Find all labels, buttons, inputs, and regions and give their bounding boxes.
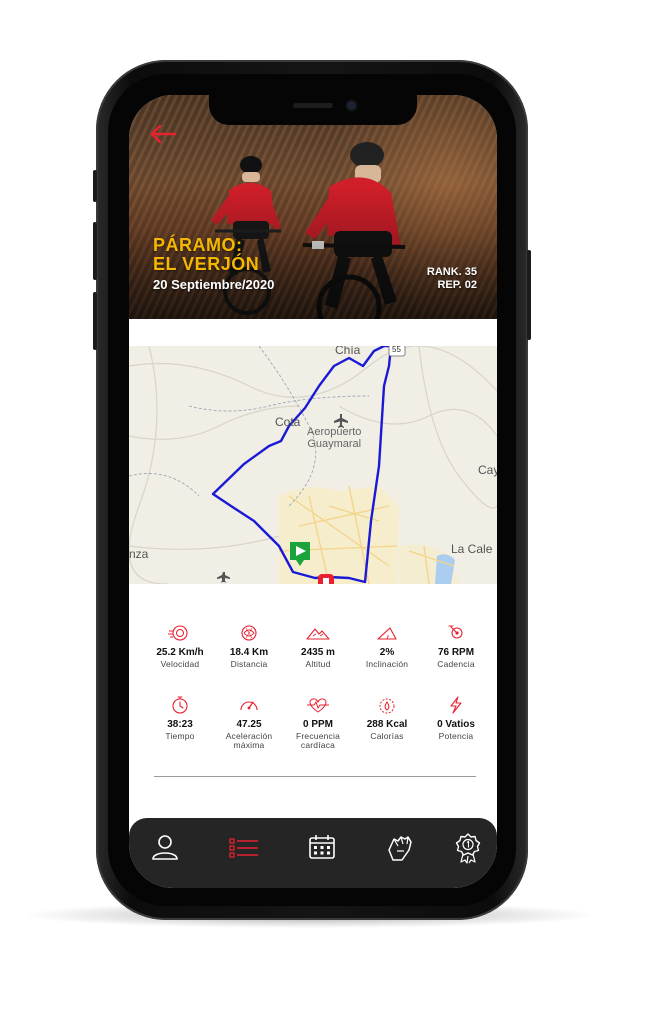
stat-frecuencia: 0 PPM Frecuencia cardíaca [281,695,355,750]
stat-aceleracion: 47.25 Aceleración máxima [212,695,286,750]
stat-distancia: 18.4 Km Distancia [212,623,286,669]
stat-label: Altitud [305,659,331,669]
incline-icon [377,627,397,640]
section-divider [154,776,476,777]
cadence-icon [448,625,463,639]
event-title: PÁRAMO: EL VERJÓN [153,235,260,274]
stat-value: 18.4 Km [229,647,269,658]
stat-value: 38:23 [167,719,193,730]
calendar-icon [309,835,335,859]
stat-cadencia: 76 RPM Cadencia [419,623,493,669]
rep-label: REP. 02 [437,279,477,291]
power-button [527,250,531,340]
stat-potencia: 0 Vatios Potencia [419,695,493,741]
map-label-airport: Aeropuerto Guaymaral [307,426,362,450]
volume-down-button [93,292,97,350]
map-label-chia: Chía [335,346,361,357]
rank-label: RANK. 35 [426,266,477,278]
map-label-nza: nza [129,547,149,561]
rank-info: RANK. 35 REP. 02 [427,266,477,292]
nav-activities[interactable] [228,832,260,864]
list-icon [229,838,258,858]
gauge-icon [240,701,258,711]
stat-value: 47.25 [236,719,262,730]
stat-label: Inclinación [365,659,409,669]
map-label-route-55: 55 [392,346,401,354]
distance-icon [241,625,257,641]
nav-training[interactable] [384,832,416,864]
end-marker-icon [318,574,334,584]
bottom-navigation [129,818,497,888]
stat-label: Distancia [230,659,268,669]
stat-value: 76 RPM [437,647,475,658]
speedometer-icon [168,625,188,641]
route-map[interactable]: Chía 55 Cota Aeropuerto Guaymaral Cay La… [129,346,497,584]
stat-value: 0 Vatios [437,719,475,730]
lightning-icon [450,696,462,714]
stat-value: 288 Kcal [366,719,408,730]
event-date: 20 Septiembre/2020 [153,277,275,292]
stat-value: 2% [379,647,395,658]
mute-switch [93,170,97,202]
stat-label: Frecuencia cardíaca [295,731,341,750]
stopwatch-icon [172,696,188,714]
user-icon [152,835,178,860]
map-label-la-cale: La Cale [451,542,493,556]
stat-inclinacion: 2% Inclinación [350,623,424,669]
stat-calorias: 288 Kcal Calorías [350,695,424,741]
stat-label: Tiempo [165,731,195,741]
map-label-cay: Cay [478,463,497,477]
nav-calendar[interactable] [306,832,338,864]
app-screen: PÁRAMO: EL VERJÓN 20 Septiembre/2020 RAN… [129,95,497,888]
stat-value: 25.2 Km/h [156,647,204,658]
stat-altitud: 2435 m Altitud [281,623,355,669]
stat-label: Potencia [438,731,474,741]
calories-icon [379,698,395,714]
glove-icon [388,836,412,861]
medal-icon [455,833,481,864]
front-camera [347,101,356,110]
nav-profile[interactable] [149,832,181,864]
stat-label: Aceleración máxima [225,731,273,750]
nav-awards[interactable] [452,832,484,864]
stat-value: 2435 m [301,647,335,658]
stat-label: Calorías [370,731,404,741]
mountain-icon [306,628,330,640]
phone-notch [209,95,417,125]
stat-label: Velocidad [160,659,200,669]
volume-up-button [93,222,97,280]
stat-tiempo: 38:23 Tiempo [143,695,217,741]
stat-value: 0 PPM [302,719,333,730]
stat-label: Cadencia [437,659,475,669]
map-label-cota: Cota [275,415,301,429]
heart-rate-icon [307,698,329,713]
back-arrow-icon[interactable] [149,123,177,145]
event-hero-banner: PÁRAMO: EL VERJÓN 20 Septiembre/2020 RAN… [129,95,497,319]
stat-velocidad: 25.2 Km/h Velocidad [143,623,217,669]
